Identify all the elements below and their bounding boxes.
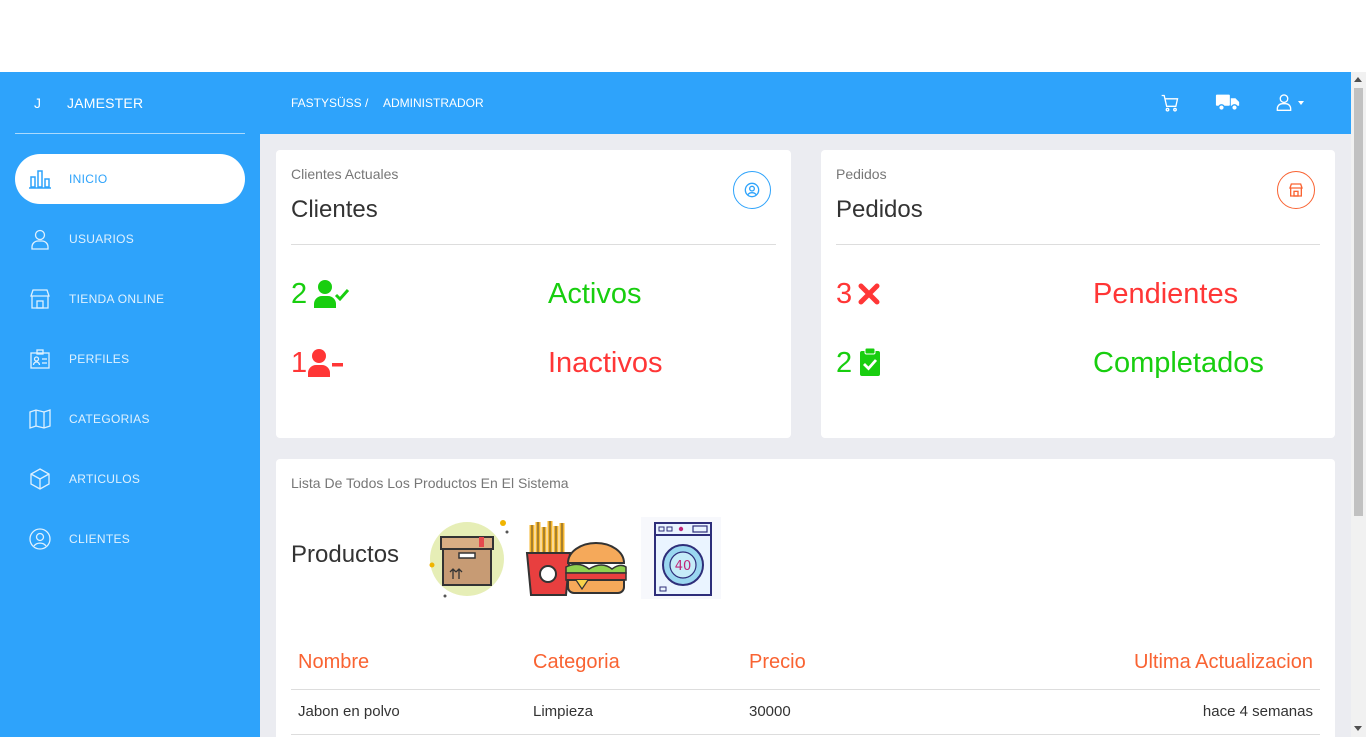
clipboard-check-icon [860, 347, 880, 376]
sidebar-item-inicio[interactable]: INICIO [15, 154, 245, 204]
caret-down-icon [1298, 101, 1304, 105]
products-heading: Productos [291, 541, 400, 568]
cell-precio: 30000 [749, 703, 791, 720]
scrollbar-thumb[interactable] [1354, 88, 1363, 516]
chart-bar-icon [29, 170, 51, 189]
col-header-nombre[interactable]: Nombre [298, 651, 369, 674]
cell-actualizacion: hace 4 semanas [1202, 703, 1313, 720]
active-clients-label: Activos [548, 278, 642, 310]
clients-card: Clientes Actuales Clientes 2 Activos 1 I… [276, 150, 791, 438]
sidebar-item-label: ARTICULOS [69, 472, 141, 486]
completed-orders-label: Completados [1093, 347, 1264, 379]
pending-orders-count: 3 [836, 278, 853, 310]
sidebar-item-label: INICIO [69, 172, 108, 186]
user-minus-icon [308, 349, 343, 377]
col-header-categoria[interactable]: Categoria [533, 651, 620, 674]
card-title: Pedidos [836, 196, 923, 223]
map-icon [29, 409, 51, 429]
pending-orders-label: Pendientes [1093, 278, 1239, 310]
brand: J JAMESTER [0, 72, 260, 132]
products-card: Lista De Todos Los Productos En El Siste… [276, 459, 1335, 737]
sidebar-item-usuarios[interactable]: USUARIOS [15, 214, 245, 264]
brand-mini-logo[interactable]: J [34, 95, 41, 111]
completed-orders-count: 2 [836, 347, 853, 379]
sidebar-item-clientes[interactable]: CLIENTES [15, 514, 245, 564]
user-icon [31, 229, 49, 250]
box-icon [30, 468, 50, 490]
scroll-up-arrow-icon[interactable] [1354, 77, 1362, 82]
user-icon [1276, 94, 1292, 111]
scroll-down-arrow-icon[interactable] [1354, 726, 1362, 731]
card-category: Lista De Todos Los Productos En El Siste… [291, 475, 569, 491]
inactive-clients-label: Inactivos [548, 347, 663, 379]
truck-icon[interactable] [1215, 91, 1241, 113]
user-circle-icon [744, 182, 760, 198]
main-panel: FASTYSÜSS / ADMINISTRADOR Clientes Actua… [260, 72, 1351, 737]
sidebar-item-label: TIENDA ONLINE [69, 292, 165, 306]
store-icon [1289, 183, 1303, 197]
breadcrumb-current[interactable]: ADMINISTRADOR [383, 96, 484, 110]
table-row-divider [291, 734, 1320, 735]
sidebar-item-articulos[interactable]: ARTICULOS [15, 454, 245, 504]
inactive-clients-count: 1 [291, 347, 308, 379]
id-card-icon [30, 349, 50, 369]
card-title: Clientes [291, 196, 378, 223]
cell-categoria: Limpieza [533, 703, 594, 720]
fast-food-illustration [525, 521, 627, 596]
sidebar: J JAMESTER INICIO USUARIOS TIENDA ONLINE… [0, 72, 260, 737]
box-illustration [429, 520, 509, 598]
browser-blank-area [0, 0, 1366, 72]
washing-machine-illustration: 40 [641, 517, 721, 599]
sidebar-item-label: USUARIOS [69, 232, 135, 246]
card-icon-circle [733, 171, 771, 209]
sidebar-item-perfiles[interactable]: PERFILES [15, 334, 245, 384]
brand-divider [15, 133, 245, 134]
active-clients-count: 2 [291, 278, 308, 310]
breadcrumb-root[interactable]: FASTYSÜSS / [291, 96, 368, 110]
store-icon [30, 289, 50, 309]
user-dropdown[interactable] [1274, 92, 1310, 114]
sidebar-item-tienda-online[interactable]: TIENDA ONLINE [15, 274, 245, 324]
card-category: Pedidos [836, 166, 887, 182]
cell-nombre: Jabon en polvo [298, 703, 400, 720]
user-check-icon [314, 280, 350, 308]
x-mark-icon [858, 283, 880, 305]
sidebar-item-categorias[interactable]: CATEGORIAS [15, 394, 245, 444]
sidebar-item-label: CLIENTES [69, 532, 131, 546]
orders-card: Pedidos Pedidos 3 Pendientes 2 Completad… [821, 150, 1335, 438]
table-row: Jabon en polvo Limpieza 30000 hace 4 sem… [291, 690, 1320, 734]
page-scrollbar[interactable] [1351, 72, 1366, 737]
card-divider [291, 244, 776, 245]
sidebar-item-label: CATEGORIAS [69, 412, 150, 426]
sidebar-item-label: PERFILES [69, 352, 130, 366]
cart-icon[interactable] [1160, 93, 1180, 113]
card-icon-circle [1277, 171, 1315, 209]
user-circle-icon [29, 528, 51, 550]
card-divider [836, 244, 1320, 245]
svg-text:40: 40 [675, 559, 692, 574]
col-header-precio[interactable]: Precio [749, 651, 806, 674]
card-category: Clientes Actuales [291, 166, 399, 182]
top-navbar: FASTYSÜSS / ADMINISTRADOR [260, 72, 1351, 134]
brand-name[interactable]: JAMESTER [67, 95, 143, 111]
col-header-actualizacion[interactable]: Ultima Actualizacion [1134, 651, 1313, 674]
